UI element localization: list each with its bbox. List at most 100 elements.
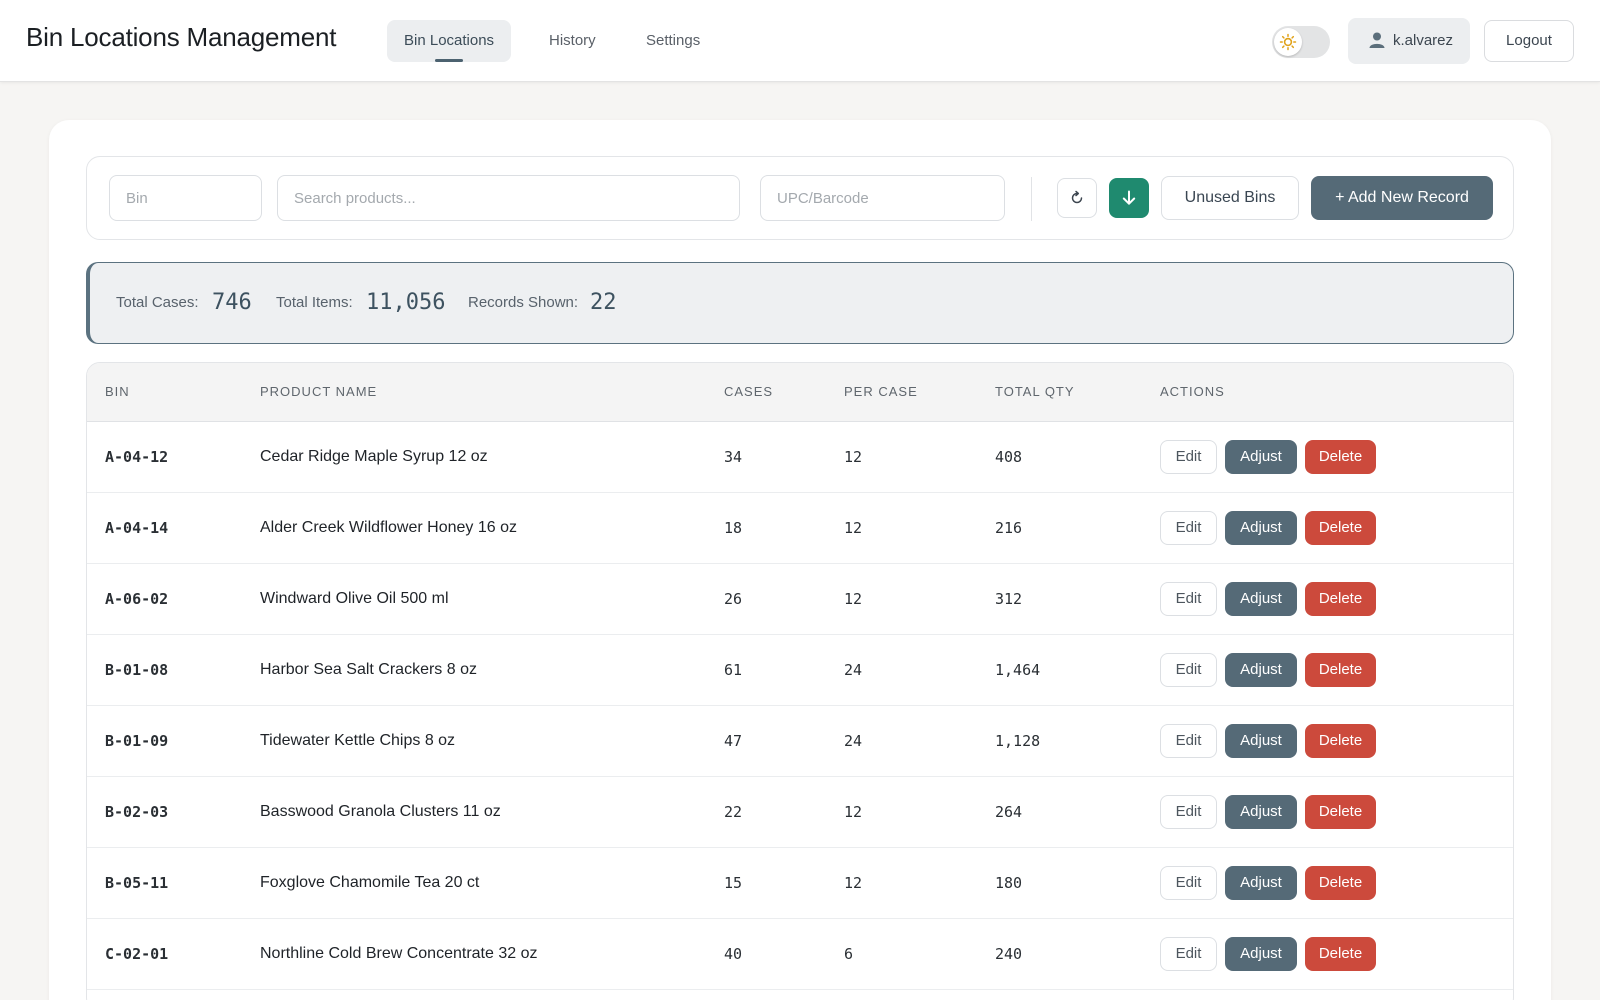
tab-label: History [549, 32, 596, 49]
cases-cell: 15 [724, 874, 743, 892]
product-name-cell: Harbor Sea Salt Crackers 8 oz [260, 661, 477, 678]
column-header-total-qty[interactable]: TOTAL QTY [995, 363, 1075, 421]
download-button[interactable] [1109, 178, 1149, 218]
records-shown-value: 22 [590, 290, 617, 315]
delete-button[interactable]: Delete [1305, 511, 1376, 545]
per-case-cell: 12 [844, 803, 863, 821]
adjust-button[interactable]: Adjust [1225, 511, 1297, 545]
edit-button[interactable]: Edit [1160, 937, 1217, 971]
download-icon [1122, 190, 1136, 205]
column-header-cases[interactable]: CASES [724, 363, 773, 421]
edit-button[interactable]: Edit [1160, 866, 1217, 900]
total-qty-cell: 216 [995, 519, 1023, 537]
table-row: A-06-02 Windward Olive Oil 500 ml 26 12 … [87, 564, 1513, 635]
product-name-cell: Northline Cold Brew Concentrate 32 oz [260, 945, 538, 962]
bin-cell: A-04-14 [105, 519, 169, 537]
total-qty-cell: 408 [995, 448, 1023, 466]
per-case-cell: 6 [844, 945, 854, 963]
adjust-button[interactable]: Adjust [1225, 795, 1297, 829]
table-row: B-05-11 Foxglove Chamomile Tea 20 ct 15 … [87, 848, 1513, 919]
tab-settings[interactable]: Settings [629, 20, 717, 62]
bin-cell: A-04-12 [105, 448, 169, 466]
cases-cell: 34 [724, 448, 743, 466]
per-case-cell: 12 [844, 590, 863, 608]
tab-label: Bin Locations [404, 32, 495, 49]
product-search-input[interactable] [277, 175, 740, 221]
refresh-icon [1071, 190, 1083, 204]
adjust-button[interactable]: Adjust [1225, 866, 1297, 900]
cases-cell: 47 [724, 732, 743, 750]
bin-filter-input[interactable] [109, 175, 262, 221]
bin-cell: B-02-03 [105, 803, 169, 821]
edit-button[interactable]: Edit [1160, 795, 1217, 829]
cases-cell: 18 [724, 519, 743, 537]
column-header-product-name[interactable]: PRODUCT NAME [260, 363, 377, 421]
username: k.alvarez [1393, 32, 1454, 49]
table-row: B-01-08 Harbor Sea Salt Crackers 8 oz 61… [87, 635, 1513, 706]
edit-button[interactable]: Edit [1160, 582, 1217, 616]
user-icon [1369, 32, 1385, 48]
total-qty-cell: 1,464 [995, 661, 1041, 679]
tab-history[interactable]: History [532, 20, 613, 62]
user-menu[interactable]: k.alvarez [1348, 18, 1470, 64]
per-case-cell: 12 [844, 519, 863, 537]
edit-button[interactable]: Edit [1160, 653, 1217, 687]
table-row: C-02-01 Northline Cold Brew Concentrate … [87, 919, 1513, 990]
column-header-per-case[interactable]: PER CASE [844, 363, 918, 421]
delete-button[interactable]: Delete [1305, 440, 1376, 474]
adjust-button[interactable]: Adjust [1225, 653, 1297, 687]
toolbar-divider [1031, 177, 1032, 221]
tab-bin-locations[interactable]: Bin Locations [387, 20, 512, 62]
total-qty-cell: 264 [995, 803, 1023, 821]
table-row: B-01-09 Tidewater Kettle Chips 8 oz 47 2… [87, 706, 1513, 777]
table-row: B-02-03 Basswood Granola Clusters 11 oz … [87, 777, 1513, 848]
bin-cell: B-05-11 [105, 874, 169, 892]
column-header-actions: ACTIONS [1160, 384, 1225, 399]
adjust-button[interactable]: Adjust [1225, 440, 1297, 474]
product-name-cell: Alder Creek Wildflower Honey 16 oz [260, 519, 517, 536]
delete-button[interactable]: Delete [1305, 866, 1376, 900]
tab-label: Settings [646, 32, 701, 49]
total-qty-cell: 312 [995, 590, 1023, 608]
total-cases-value: 746 [212, 290, 252, 315]
bin-locations-table: BIN PRODUCT NAME CASES PER CASE TOTAL QT… [86, 362, 1514, 1000]
bin-cell: B-01-09 [105, 732, 169, 750]
product-name-cell: Tidewater Kettle Chips 8 oz [260, 732, 456, 749]
total-qty-cell: 240 [995, 945, 1023, 963]
totals-summary: Total Cases: 746 Total Items: 11,056 Rec… [86, 262, 1514, 344]
delete-button[interactable]: Delete [1305, 582, 1376, 616]
filter-toolbar: Unused Bins + Add New Record [86, 156, 1514, 240]
product-name-cell: Cedar Ridge Maple Syrup 12 oz [260, 448, 488, 465]
top-bar: Bin Locations Management Bin Locations H… [0, 0, 1600, 82]
cases-cell: 26 [724, 590, 743, 608]
adjust-button[interactable]: Adjust [1225, 937, 1297, 971]
table-row: A-04-14 Alder Creek Wildflower Honey 16 … [87, 493, 1513, 564]
table-header: BIN PRODUCT NAME CASES PER CASE TOTAL QT… [87, 363, 1513, 422]
adjust-button[interactable]: Adjust [1225, 724, 1297, 758]
add-new-record-button[interactable]: + Add New Record [1311, 176, 1493, 220]
upc-barcode-input[interactable] [760, 175, 1005, 221]
edit-button[interactable]: Edit [1160, 724, 1217, 758]
bin-cell: C-02-01 [105, 945, 169, 963]
bin-cell: B-01-08 [105, 661, 169, 679]
records-shown-label: Records Shown: [468, 294, 579, 311]
per-case-cell: 24 [844, 732, 863, 750]
edit-button[interactable]: Edit [1160, 511, 1217, 545]
total-qty-cell: 180 [995, 874, 1023, 892]
logout-button[interactable]: Logout [1484, 20, 1574, 62]
product-name-cell: Basswood Granola Clusters 11 oz [260, 803, 501, 820]
edit-button[interactable]: Edit [1160, 440, 1217, 474]
delete-button[interactable]: Delete [1305, 724, 1376, 758]
active-tab-indicator [435, 59, 464, 62]
total-items-value: 11,056 [366, 290, 446, 315]
column-header-bin[interactable]: BIN [105, 363, 130, 421]
theme-toggle[interactable] [1272, 26, 1330, 58]
total-cases-label: Total Cases: [116, 294, 199, 311]
adjust-button[interactable]: Adjust [1225, 582, 1297, 616]
delete-button[interactable]: Delete [1305, 937, 1376, 971]
delete-button[interactable]: Delete [1305, 653, 1376, 687]
per-case-cell: 24 [844, 661, 863, 679]
unused-bins-button[interactable]: Unused Bins [1161, 176, 1299, 220]
refresh-button[interactable] [1057, 178, 1097, 218]
delete-button[interactable]: Delete [1305, 795, 1376, 829]
